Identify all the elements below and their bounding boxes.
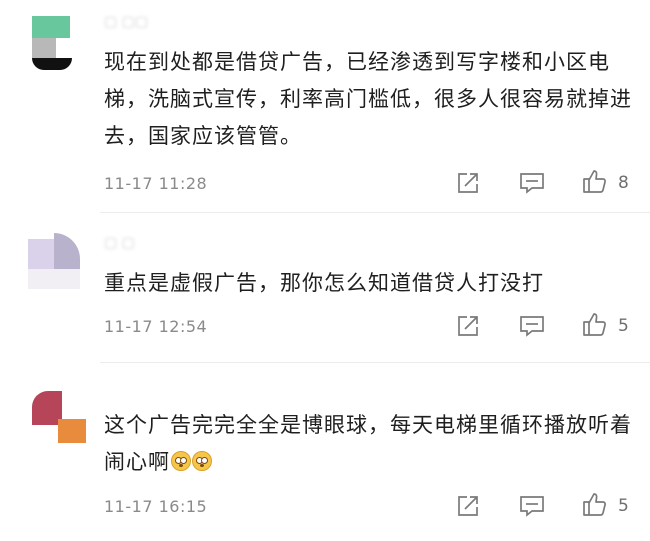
comment-item: ▢ ▢ 重点是虚假广告，那你怎么知道借贷人打没打 11-17 12:54 5 (0, 213, 650, 363)
reply-icon (520, 173, 544, 194)
like-count: 5 (618, 316, 629, 336)
thumbs-up-icon (583, 170, 606, 193)
reply-button[interactable] (517, 493, 547, 519)
like-button[interactable] (580, 491, 610, 517)
comment-timestamp: 11-17 16:15 (104, 497, 208, 516)
share-icon (458, 496, 478, 516)
avatar[interactable] (28, 10, 88, 70)
reply-icon (520, 496, 544, 517)
comment-text: 现在到处都是借贷广告，已经渗透到写字楼和小区电梯，洗脑式宣传，利率高门槛低，很多… (104, 50, 632, 148)
like-count: 5 (618, 496, 629, 516)
flushed-face-emoji-icon (171, 451, 191, 471)
flushed-face-emoji-icon (192, 451, 212, 471)
avatar[interactable] (28, 231, 88, 291)
comment-text: 这个广告完完全全是博眼球，每天电梯里循环播放听着闹心啊 (104, 407, 634, 481)
share-button[interactable] (453, 170, 483, 196)
thumbs-up-icon (583, 313, 606, 336)
share-button[interactable] (453, 313, 483, 339)
reply-icon (520, 316, 544, 337)
comment-item: ▢ ▢▢ 现在到处都是借贷广告，已经渗透到写字楼和小区电梯，洗脑式宣传，利率高门… (0, 0, 650, 213)
reply-button[interactable] (517, 313, 547, 339)
share-button[interactable] (453, 493, 483, 519)
comment-timestamp: 11-17 12:54 (104, 317, 208, 336)
comment-item: 这个广告完完全全是博眼球，每天电梯里循环播放听着闹心啊 11-17 16:15 … (0, 363, 650, 541)
like-button[interactable] (580, 168, 610, 194)
username-blurred[interactable]: ▢ ▢ (104, 235, 135, 251)
username-blurred[interactable]: ▢ ▢▢ (104, 14, 148, 30)
reply-button[interactable] (517, 170, 547, 196)
share-icon (458, 316, 478, 336)
comment-timestamp: 11-17 11:28 (104, 174, 208, 193)
thumbs-up-icon (583, 493, 606, 516)
avatar[interactable] (28, 383, 88, 443)
like-count: 8 (618, 173, 629, 193)
share-icon (458, 173, 478, 193)
like-button[interactable] (580, 311, 610, 337)
comment-text: 重点是虚假广告，那你怎么知道借贷人打没打 (104, 271, 544, 295)
